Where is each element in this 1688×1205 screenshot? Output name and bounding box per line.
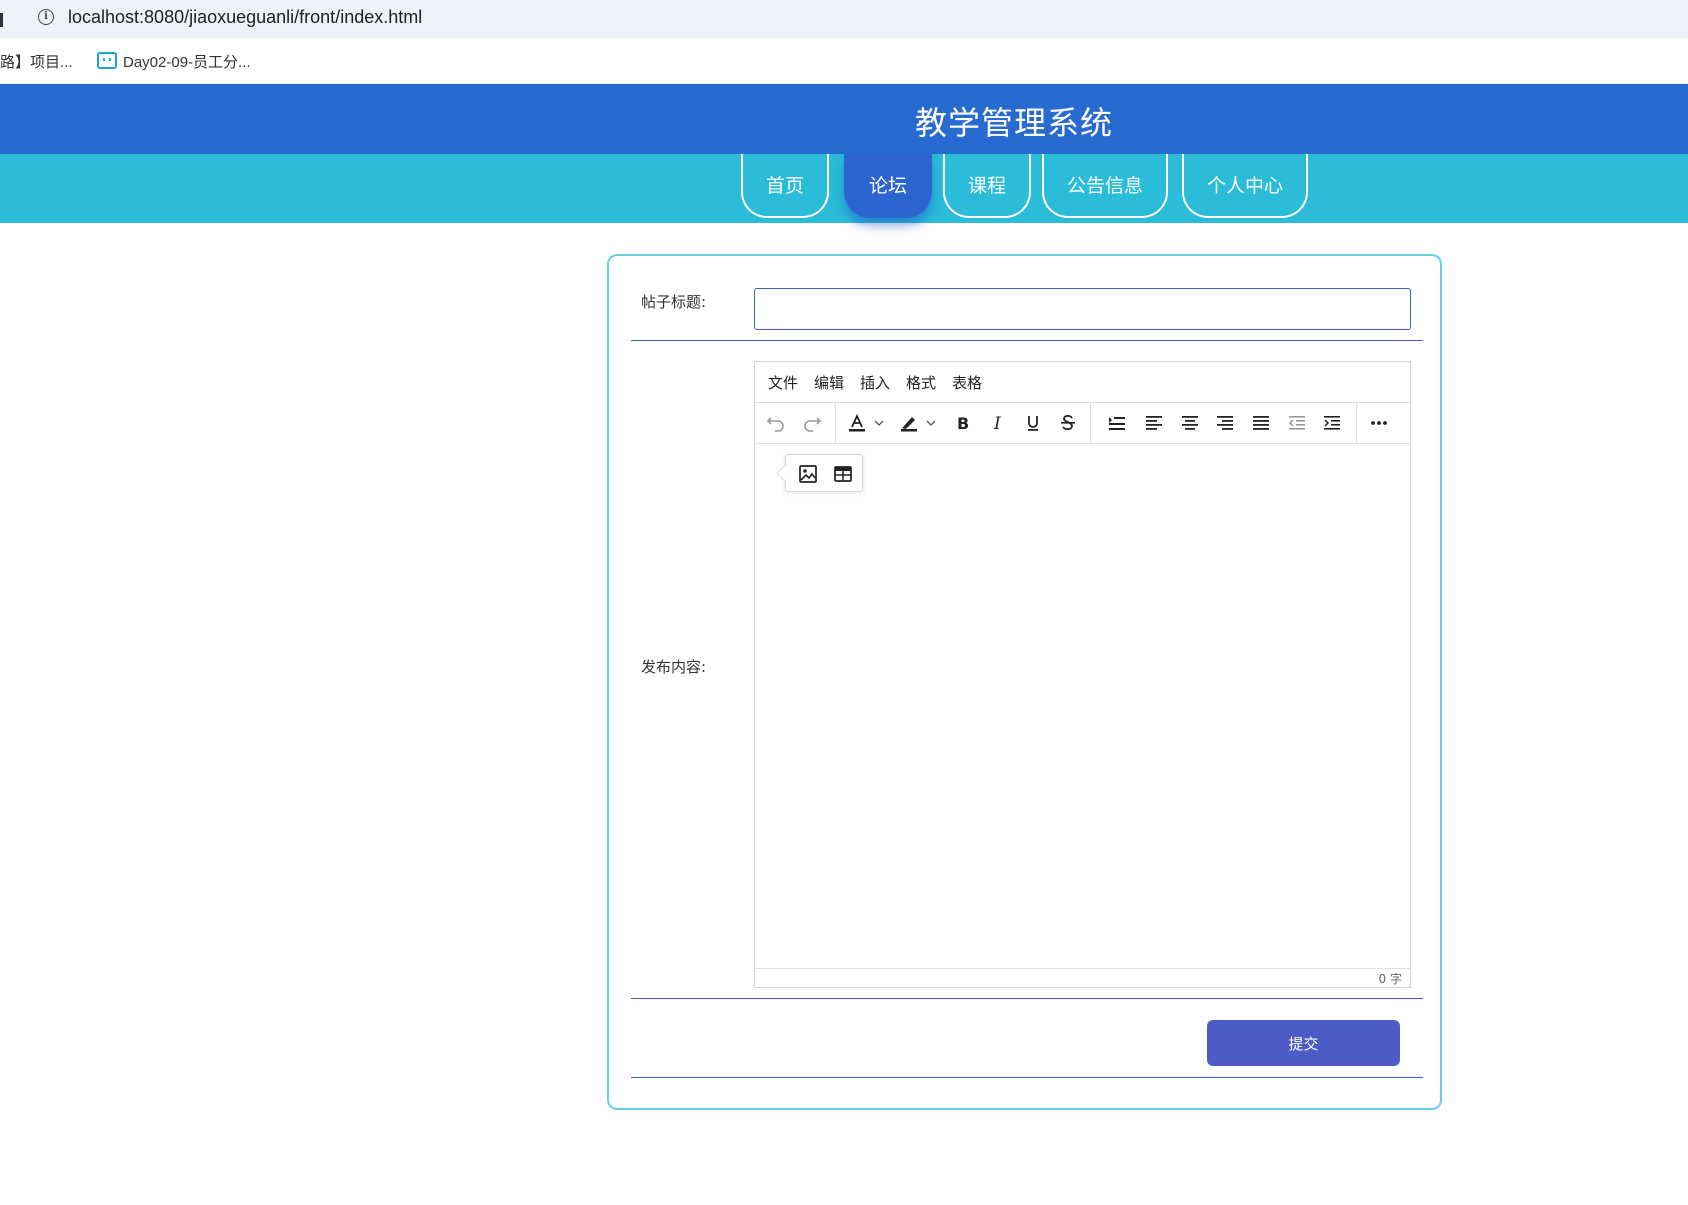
chevron-down-icon[interactable] bbox=[871, 411, 885, 435]
nav-item-announcements[interactable]: 公告信息 bbox=[1042, 154, 1168, 218]
chevron-down-icon[interactable] bbox=[923, 411, 937, 435]
divider bbox=[631, 998, 1423, 999]
post-form-card: 帖子标题: 发布内容: 文件 编辑 插入 格式 表格 B I 0 字 提交 bbox=[607, 254, 1442, 1110]
editor-statusbar: 0 字 bbox=[755, 968, 1410, 987]
menu-insert[interactable]: 插入 bbox=[860, 372, 890, 393]
strikethrough-icon[interactable] bbox=[1055, 411, 1081, 435]
text-color-icon[interactable] bbox=[844, 411, 870, 435]
divider bbox=[631, 1077, 1423, 1078]
rich-text-editor: 文件 编辑 插入 格式 表格 B I 0 字 bbox=[754, 361, 1411, 988]
post-title-label: 帖子标题: bbox=[641, 293, 707, 311]
post-content-label: 发布内容: bbox=[641, 658, 707, 676]
editor-content-area[interactable] bbox=[755, 444, 1410, 968]
table-icon[interactable] bbox=[831, 462, 855, 486]
site-info-icon[interactable]: i bbox=[38, 9, 54, 25]
line-height-icon[interactable] bbox=[1104, 411, 1130, 435]
site-title: 教学管理系统 bbox=[914, 104, 1114, 142]
menu-file[interactable]: 文件 bbox=[768, 372, 798, 393]
bookmark-item[interactable]: 路】项目... bbox=[0, 51, 73, 72]
align-right-icon[interactable] bbox=[1212, 411, 1238, 435]
editor-menubar: 文件 编辑 插入 格式 表格 bbox=[755, 362, 1410, 403]
nav-item-courses[interactable]: 课程 bbox=[943, 154, 1031, 218]
toolbar-separator bbox=[1090, 403, 1091, 443]
bilibili-tv-icon bbox=[97, 52, 117, 69]
submit-button[interactable]: 提交 bbox=[1207, 1020, 1400, 1066]
highlight-color-icon[interactable] bbox=[896, 411, 922, 435]
redo-icon[interactable] bbox=[799, 411, 825, 435]
nav-item-home[interactable]: 首页 bbox=[741, 154, 829, 218]
menu-format[interactable]: 格式 bbox=[906, 372, 936, 393]
bookmark-label: 路】项目... bbox=[0, 54, 73, 71]
quickbar-pointer bbox=[776, 464, 795, 483]
bookmarks-bar: 路】项目... Day02-09-员工分... bbox=[0, 38, 1688, 84]
editor-toolbar: B I bbox=[755, 403, 1410, 444]
svg-text:B: B bbox=[957, 414, 969, 433]
bold-icon[interactable]: B bbox=[950, 411, 976, 435]
nav-item-forum[interactable]: 论坛 bbox=[844, 154, 932, 218]
site-header: 教学管理系统 bbox=[0, 84, 1688, 154]
align-justify-icon[interactable] bbox=[1248, 411, 1274, 435]
divider bbox=[631, 340, 1423, 341]
bookmark-label: Day02-09-员工分... bbox=[123, 54, 251, 71]
image-icon[interactable] bbox=[796, 462, 820, 486]
svg-text:I: I bbox=[993, 414, 1001, 433]
align-left-icon[interactable] bbox=[1141, 411, 1167, 435]
quick-insert-toolbar bbox=[776, 454, 863, 492]
post-title-input[interactable] bbox=[754, 288, 1411, 330]
align-center-icon[interactable] bbox=[1177, 411, 1203, 435]
url-text[interactable]: localhost:8080/jiaoxueguanli/front/index… bbox=[68, 7, 422, 28]
italic-icon[interactable]: I bbox=[985, 411, 1011, 435]
menu-edit[interactable]: 编辑 bbox=[814, 372, 844, 393]
more-icon[interactable] bbox=[1366, 411, 1392, 435]
word-count: 0 字 bbox=[1378, 972, 1402, 986]
menu-table[interactable]: 表格 bbox=[952, 372, 982, 393]
main-nav: 首页 论坛 课程 公告信息 个人中心 bbox=[0, 154, 1688, 223]
browser-address-bar: i localhost:8080/jiaoxueguanli/front/ind… bbox=[0, 0, 1688, 38]
indent-icon[interactable] bbox=[1319, 411, 1345, 435]
bookmark-item[interactable]: Day02-09-员工分... bbox=[97, 51, 251, 72]
underline-icon[interactable] bbox=[1020, 411, 1046, 435]
undo-icon[interactable] bbox=[763, 411, 789, 435]
nav-item-profile[interactable]: 个人中心 bbox=[1182, 154, 1308, 218]
toolbar-separator bbox=[1356, 403, 1357, 443]
tab-edge bbox=[0, 13, 3, 27]
outdent-icon[interactable] bbox=[1284, 411, 1310, 435]
toolbar-separator bbox=[835, 403, 836, 443]
